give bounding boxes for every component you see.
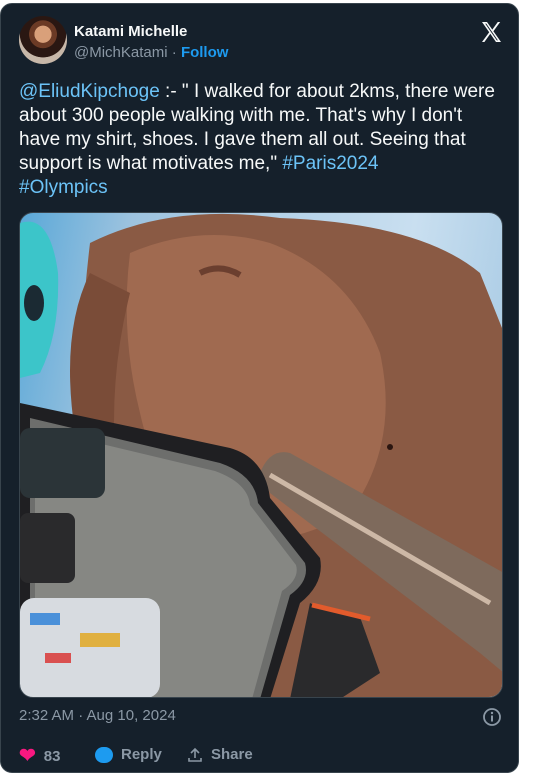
tweet-card: Katami Michelle @MichKatami · Follow @El…: [0, 3, 519, 773]
author-handle[interactable]: @MichKatami: [74, 44, 168, 61]
author-meta-row: @MichKatami · Follow: [74, 44, 228, 61]
share-icon: [188, 747, 202, 762]
hashtag-link-paris2024[interactable]: #Paris2024: [282, 153, 378, 174]
like-button[interactable]: ❤ 83: [19, 746, 60, 766]
share-button[interactable]: Share: [187, 746, 253, 763]
tweet-text: @EliudKipchoge :- " I walked for about 2…: [19, 80, 501, 200]
share-label: Share: [211, 746, 253, 763]
tweet-timestamp[interactable]: 2:32 AM · Aug 10, 2024: [19, 707, 176, 724]
reply-label: Reply: [121, 746, 162, 763]
reply-button[interactable]: Reply: [95, 746, 162, 763]
mention-link[interactable]: @EliudKipchoge: [19, 81, 160, 102]
handle-separator: ·: [171, 44, 177, 61]
author-name[interactable]: Katami Michelle: [74, 23, 187, 40]
hashtag-link-olympics[interactable]: #Olympics: [19, 177, 108, 198]
reply-icon: [95, 746, 113, 763]
info-icon[interactable]: [482, 707, 502, 727]
follow-button[interactable]: Follow: [181, 44, 229, 61]
photo-illustration: [20, 213, 502, 697]
x-logo-icon[interactable]: [479, 20, 503, 44]
like-count: 83: [43, 747, 61, 765]
tweet-photo[interactable]: [19, 212, 503, 698]
avatar[interactable]: [19, 16, 67, 64]
heart-icon: ❤: [19, 745, 36, 767]
